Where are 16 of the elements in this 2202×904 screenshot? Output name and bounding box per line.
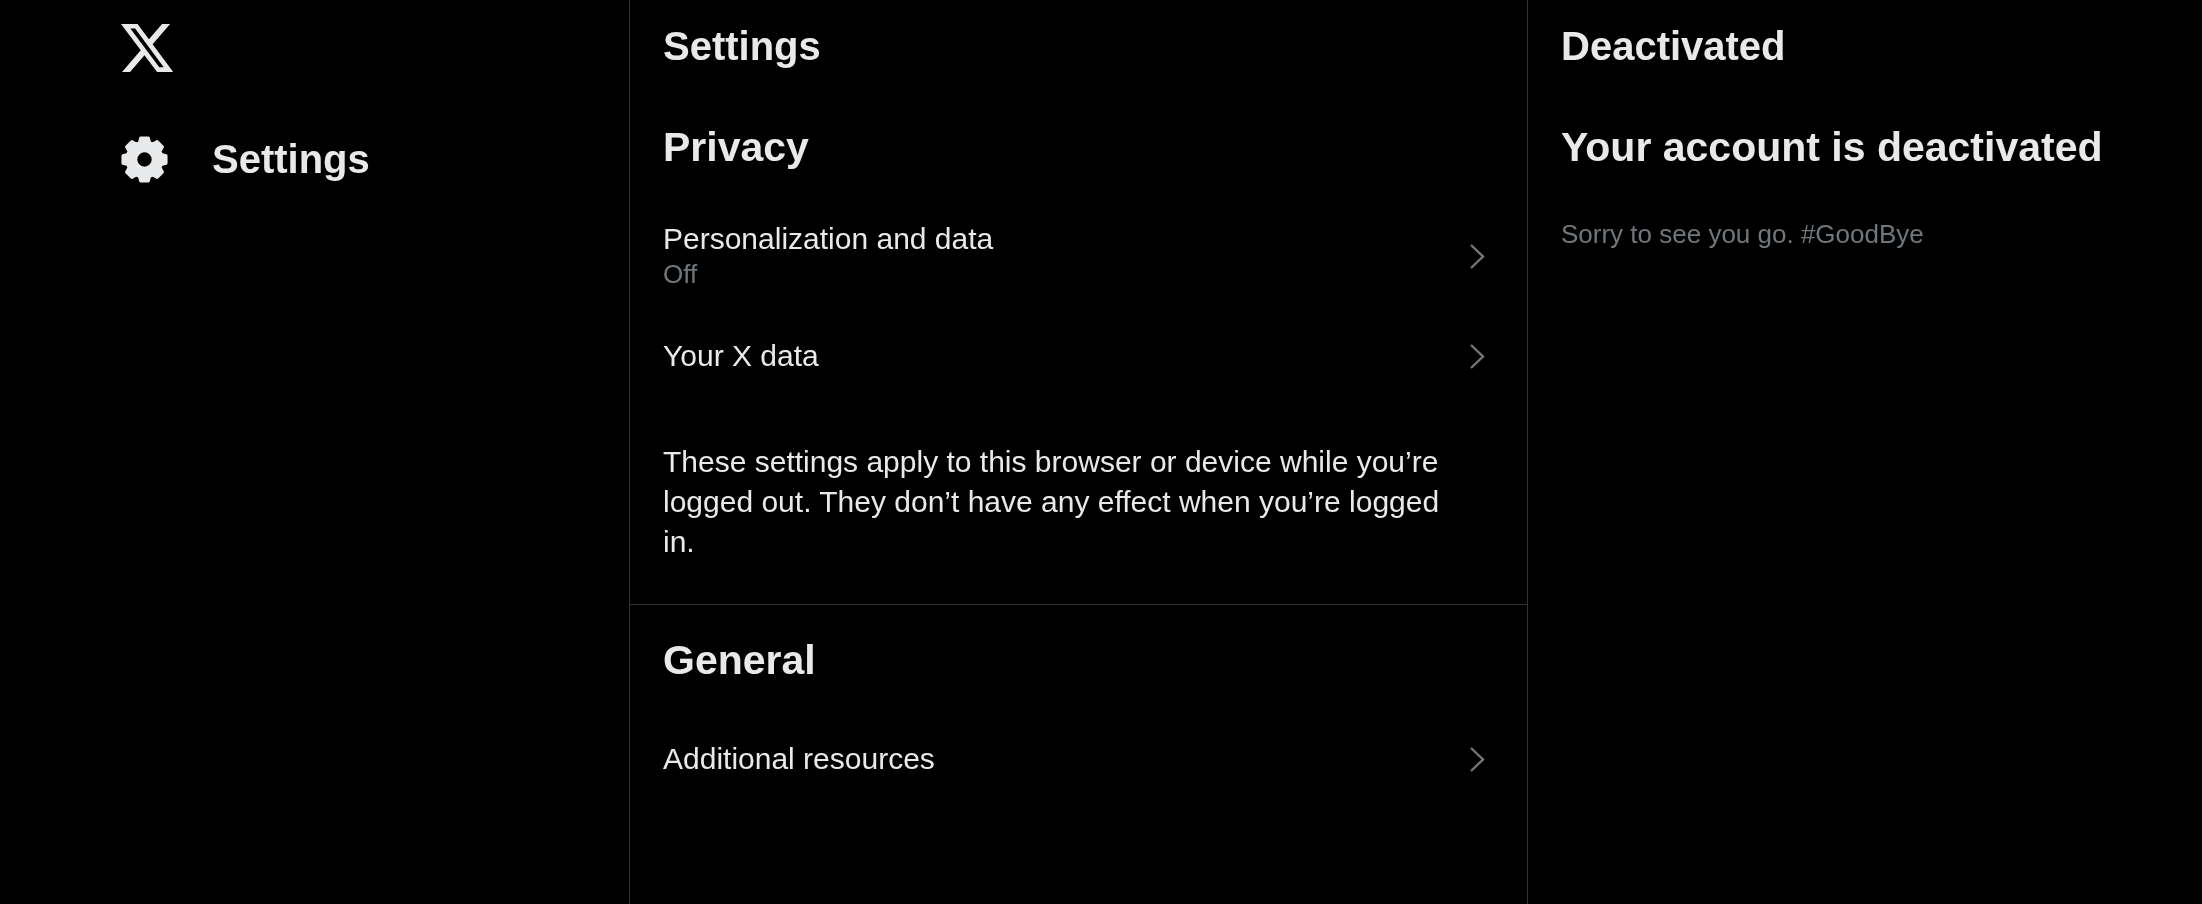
settings-link[interactable]: Personalization and data Off <box>630 202 1527 312</box>
chevron-right-icon <box>1469 242 1485 270</box>
x-logo-icon[interactable] <box>121 24 173 72</box>
chevron-right-icon <box>1469 745 1485 773</box>
page-title: Deactivated <box>1561 23 1786 70</box>
nav-item[interactable]: Settings <box>121 136 370 183</box>
chevron-right-icon <box>1469 342 1485 370</box>
section-heading: General <box>662 636 817 685</box>
status-message: Sorry to see you go. #GoodBye <box>1561 218 1924 250</box>
settings-link[interactable]: Your X data <box>630 312 1527 400</box>
page-title: Settings <box>662 23 822 70</box>
settings-note: These settings apply to this browser or device while you’re logged out. They don’t have any effect when you’re logged in. <box>662 444 1441 560</box>
settings-link[interactable]: Additional resources <box>630 715 1527 803</box>
status-heading: Your account is deactivated <box>1561 123 2103 172</box>
gear-icon <box>121 136 168 183</box>
section-heading: Privacy <box>662 123 810 172</box>
